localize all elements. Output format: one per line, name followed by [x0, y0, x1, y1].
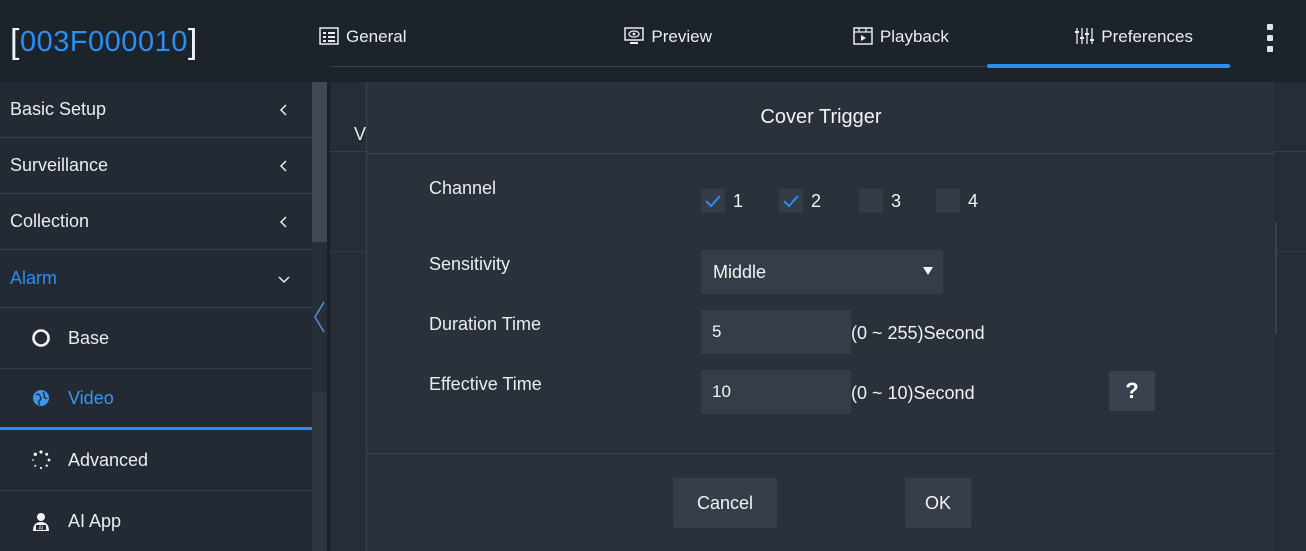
channel-2-checkbox[interactable]: 2	[779, 189, 821, 213]
duration-time-input[interactable]	[701, 310, 851, 354]
person-ai-icon: AI	[33, 512, 49, 531]
sidebar-item-label: Alarm	[10, 268, 58, 288]
list-window-icon	[319, 27, 339, 45]
scrollbar-thumb[interactable]	[312, 82, 327, 242]
channel-label-1: 1	[733, 190, 744, 211]
sidebar-subitem-label: AI App	[68, 511, 122, 531]
check-icon	[783, 195, 799, 208]
channel-label-3: 3	[891, 190, 902, 211]
checkbox-box	[936, 189, 960, 213]
sidebar-item-label: Surveillance	[10, 155, 109, 175]
checkbox-box	[779, 189, 803, 213]
help-button[interactable]: ?	[1109, 371, 1155, 411]
film-play-icon	[853, 27, 873, 45]
tab-general[interactable]: General	[305, 0, 552, 68]
checkbox-box	[701, 189, 725, 213]
sidebar-subitem-label: Advanced	[68, 449, 149, 470]
device-id-open-bracket: [	[10, 22, 20, 61]
device-id-close-bracket: ]	[187, 22, 198, 61]
sensitivity-label: Sensitivity	[429, 254, 511, 274]
content-title-peek: V	[354, 124, 367, 144]
channel-label-4: 4	[968, 190, 979, 211]
chevron-down-icon	[278, 275, 290, 283]
monitor-eye-icon	[624, 27, 645, 44]
sidebar-subitem-label: Base	[68, 327, 110, 348]
dialog-title: Cover Trigger	[367, 82, 1275, 154]
channel-label-2: 2	[811, 190, 822, 211]
effective-time-range: (0 ~ 10)Second	[851, 383, 975, 403]
check-icon	[705, 195, 721, 208]
effective-time-label: Effective Time	[429, 374, 542, 394]
sidebar-item-alarm[interactable]: Alarm	[0, 250, 312, 308]
sidebar-subitem-ai-app[interactable]: AI AI App	[0, 491, 312, 551]
scrollbar-track-segment	[312, 392, 327, 551]
sidebar-subitem-video[interactable]: Video	[0, 369, 312, 430]
tab-playback[interactable]: Playback	[785, 0, 1018, 68]
main-tabs: General Preview Playback Preferences	[305, 0, 1250, 68]
chevron-left-icon	[279, 159, 287, 172]
sidebar-item-basic-setup[interactable]: Basic Setup	[0, 82, 312, 138]
top-bar: [ 003F000010 ] General Preview Playback …	[0, 0, 1306, 82]
dialog-footer-divider	[367, 453, 1275, 454]
cancel-button[interactable]: Cancel	[673, 478, 777, 528]
channel-4-checkbox[interactable]: 4	[936, 189, 978, 213]
sidebar-item-collection[interactable]: Collection	[0, 194, 312, 250]
ok-button[interactable]: OK	[905, 478, 971, 528]
sidebar-item-label: Basic Setup	[10, 99, 107, 119]
channel-label: Channel	[429, 178, 497, 198]
device-id-text: 003F000010	[19, 25, 188, 58]
collapse-sidebar-icon[interactable]	[312, 300, 328, 334]
checkbox-box	[859, 189, 883, 213]
chevron-left-icon	[279, 215, 287, 228]
sensitivity-value: Middle	[713, 261, 767, 282]
tab-playback-label: Playback	[879, 27, 949, 46]
more-vertical-icon[interactable]	[1266, 24, 1274, 52]
active-tab-indicator	[987, 64, 1230, 68]
svg-text:AI: AI	[39, 525, 44, 531]
sidebar-item-label: Collection	[10, 211, 90, 231]
sidebar-item-surveillance[interactable]: Surveillance	[0, 138, 312, 194]
channel-1-checkbox[interactable]: 1	[701, 189, 743, 213]
caret-down-icon	[923, 267, 933, 275]
channel-3-checkbox[interactable]: 3	[859, 189, 901, 213]
device-id-display: [ 003F000010 ]	[10, 20, 198, 64]
tab-general-label: General	[346, 27, 407, 46]
duration-time-label: Duration Time	[429, 314, 542, 334]
content-edge-bar	[1275, 222, 1277, 334]
tab-preview[interactable]: Preview	[552, 0, 785, 68]
sidebar-subitem-base[interactable]: Base	[0, 308, 312, 369]
sensitivity-select[interactable]: Middle	[701, 250, 943, 294]
circle-outline-icon	[32, 329, 50, 347]
sidebar: Basic Setup Surveillance Collection Alar…	[0, 82, 312, 551]
chevron-left-icon	[279, 103, 287, 116]
globe-icon	[33, 390, 49, 406]
tab-preferences[interactable]: Preferences	[1017, 0, 1250, 68]
effective-time-input[interactable]	[701, 370, 851, 414]
sliders-icon	[1075, 28, 1095, 44]
cover-trigger-dialog: Cover Trigger Channel 1 2 3 4 Sensitivit…	[366, 82, 1275, 551]
tab-preferences-label: Preferences	[1101, 27, 1193, 46]
sidebar-subitem-label: Video	[68, 387, 114, 408]
duration-time-range: (0 ~ 255)Second	[851, 323, 985, 343]
sidebar-subitem-advanced[interactable]: Advanced	[0, 430, 312, 491]
dotted-circle-icon	[32, 450, 51, 470]
tab-preview-label: Preview	[651, 27, 712, 46]
